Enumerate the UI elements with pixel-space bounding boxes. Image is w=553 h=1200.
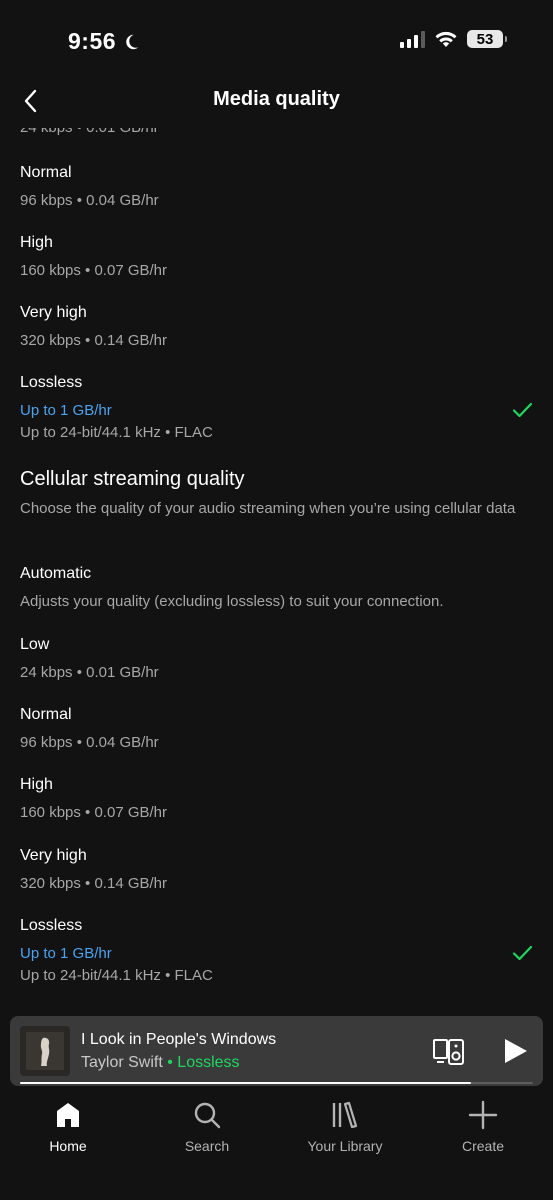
header: Media quality bbox=[0, 76, 553, 128]
plus-icon bbox=[468, 1100, 498, 1130]
devices-icon bbox=[433, 1039, 464, 1065]
option-detail: 96 kbps • 0.04 GB/hr bbox=[20, 192, 159, 209]
tab-your-library[interactable]: Your Library bbox=[295, 1100, 395, 1154]
option-detail: 320 kbps • 0.14 GB/hr bbox=[20, 332, 168, 349]
play-button[interactable] bbox=[497, 1034, 531, 1068]
settings-list[interactable]: 24 kbps • 0.01 GB/hr Normal 96 kbps • 0.… bbox=[0, 118, 553, 1018]
tab-label: Search bbox=[184, 1138, 230, 1154]
cellular-option-automatic[interactable]: Automatic Adjusts your quality (excludin… bbox=[20, 564, 533, 612]
tab-bar: Home Search Your Library Create bbox=[0, 1086, 553, 1200]
track-title: I Look in People's Windows bbox=[81, 1031, 277, 1048]
battery-level: 53 bbox=[476, 30, 494, 48]
tab-home[interactable]: Home bbox=[18, 1100, 118, 1154]
checkmark-icon bbox=[512, 945, 533, 961]
wifi-icon bbox=[435, 31, 457, 47]
cellular-option-lossless[interactable]: Lossless Up to 1 GB/hr Up to 24-bit/44.1… bbox=[20, 916, 533, 986]
status-time: 9:56 bbox=[68, 28, 140, 55]
option-label: Lossless bbox=[20, 374, 83, 391]
search-icon bbox=[194, 1102, 221, 1129]
tab-label: Your Library bbox=[307, 1138, 383, 1154]
tab-label: Home bbox=[49, 1138, 87, 1154]
quality-badge: Lossless bbox=[177, 1054, 240, 1071]
track-meta: Taylor Swift • Lossless bbox=[81, 1054, 240, 1072]
album-cover bbox=[20, 1026, 70, 1076]
option-label: Lossless bbox=[20, 917, 83, 934]
battery-icon: 53 bbox=[467, 30, 507, 48]
moon-icon bbox=[126, 34, 139, 49]
option-detail-format: Up to 24-bit/44.1 kHz • FLAC bbox=[20, 967, 213, 984]
option-detail: 24 kbps • 0.01 GB/hr bbox=[20, 664, 159, 681]
option-label: High bbox=[20, 234, 53, 251]
checkmark-icon bbox=[512, 402, 533, 418]
playback-progress-fill bbox=[20, 1082, 472, 1084]
option-detail: 160 kbps • 0.07 GB/hr bbox=[20, 804, 168, 821]
clock-text: 9:56 bbox=[68, 28, 117, 54]
playback-progress bbox=[20, 1082, 533, 1084]
artist-name: Taylor Swift bbox=[81, 1054, 163, 1071]
album-art-icon bbox=[20, 1026, 70, 1076]
library-icon bbox=[332, 1101, 358, 1129]
page-title: Media quality bbox=[213, 88, 340, 110]
status-bar: 9:56 53 bbox=[0, 0, 553, 76]
option-label: Very high bbox=[20, 847, 87, 864]
wifi-option-normal[interactable]: Normal 96 kbps • 0.04 GB/hr bbox=[20, 163, 533, 211]
option-detail-highlight: Up to 1 GB/hr bbox=[20, 402, 112, 419]
cellular-signal-icon bbox=[400, 30, 425, 48]
cellular-option-normal[interactable]: Normal 96 kbps • 0.04 GB/hr bbox=[20, 705, 533, 753]
section-title-cellular: Cellular streaming quality bbox=[20, 468, 245, 490]
play-icon bbox=[505, 1039, 527, 1063]
wifi-option-lossless[interactable]: Lossless Up to 1 GB/hr Up to 24-bit/44.1… bbox=[20, 373, 533, 443]
status-icons: 53 bbox=[400, 30, 507, 48]
option-detail: 96 kbps • 0.04 GB/hr bbox=[20, 734, 159, 751]
section-description: Choose the quality of your audio streami… bbox=[20, 500, 516, 517]
tab-search[interactable]: Search bbox=[157, 1100, 257, 1154]
connect-device-button[interactable] bbox=[432, 1034, 466, 1068]
option-detail-format: Up to 24-bit/44.1 kHz • FLAC bbox=[20, 424, 213, 441]
home-icon bbox=[57, 1103, 79, 1127]
option-detail: 320 kbps • 0.14 GB/hr bbox=[20, 875, 168, 892]
tab-create[interactable]: Create bbox=[433, 1100, 533, 1154]
cellular-option-high[interactable]: High 160 kbps • 0.07 GB/hr bbox=[20, 775, 533, 823]
option-label: Automatic bbox=[20, 565, 92, 582]
option-detail: Adjusts your quality (excluding lossless… bbox=[20, 593, 444, 610]
option-label: Very high bbox=[20, 304, 87, 321]
cellular-option-very-high[interactable]: Very high 320 kbps • 0.14 GB/hr bbox=[20, 846, 533, 894]
option-label: Normal bbox=[20, 706, 72, 723]
cellular-option-low[interactable]: Low 24 kbps • 0.01 GB/hr bbox=[20, 635, 533, 683]
option-detail-highlight: Up to 1 GB/hr bbox=[20, 945, 112, 962]
option-label: Normal bbox=[20, 164, 72, 181]
separator-dot: • bbox=[162, 1054, 178, 1071]
option-label: High bbox=[20, 776, 53, 793]
wifi-option-very-high[interactable]: Very high 320 kbps • 0.14 GB/hr bbox=[20, 303, 533, 351]
option-detail: 160 kbps • 0.07 GB/hr bbox=[20, 262, 168, 279]
option-label: Low bbox=[20, 636, 50, 653]
tab-label: Create bbox=[461, 1138, 505, 1154]
mini-player[interactable]: I Look in People's Windows Taylor Swift … bbox=[10, 1016, 543, 1086]
wifi-option-high[interactable]: High 160 kbps • 0.07 GB/hr bbox=[20, 233, 533, 281]
